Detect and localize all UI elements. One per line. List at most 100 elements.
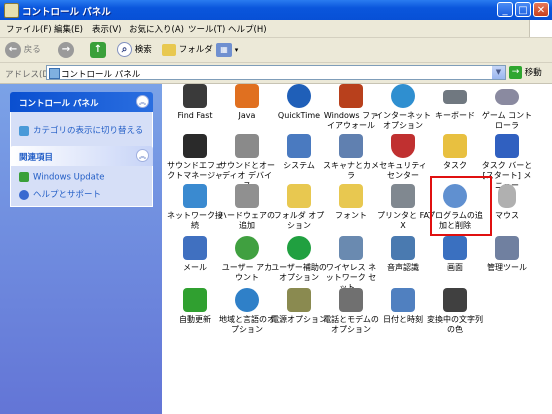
wireless-icon [339, 236, 363, 260]
control-panel-icon [4, 3, 19, 18]
views-dropdown-icon: ▾ [234, 46, 239, 54]
help-support-link[interactable]: ヘルプとサポート [19, 188, 101, 200]
item-regional-language-options[interactable]: 地域と言語のオプション [219, 288, 275, 350]
views-icon: ▦ [216, 42, 232, 57]
network-icon [183, 184, 207, 208]
item-automatic-updates[interactable]: 自動更新 [167, 288, 223, 350]
item-label: 地域と言語のオプション [219, 315, 275, 334]
item-label: フォント [335, 211, 367, 220]
forward-button[interactable]: → [58, 41, 74, 59]
title-bar[interactable]: コントロール パネル _ □ ✕ [0, 0, 552, 20]
control-panel-pane: コントロール パネル ︽ カテゴリの表示に切り替える [10, 92, 153, 149]
up-folder-icon: ↑ [90, 41, 106, 58]
globe-icon [391, 84, 415, 108]
folder-icon [162, 43, 176, 56]
control-panel-pane-header[interactable]: コントロール パネル ︽ [10, 92, 153, 112]
item-label: メール [183, 263, 207, 272]
forward-arrow-icon: → [58, 41, 74, 58]
menu-tools[interactable]: ツール(T) [188, 23, 225, 35]
ime-color-icon [443, 288, 467, 312]
menu-favorites[interactable]: お気に入り(A) [129, 23, 184, 35]
taskbar-icon [495, 134, 519, 158]
windows-logo-icon [529, 20, 552, 37]
related-pane-header[interactable]: 関連項目 ︽ [10, 146, 153, 166]
collapse-chevron-icon[interactable]: ︽ [136, 149, 149, 162]
item-label: 画面 [447, 263, 463, 272]
item-label: ユーザー補助のオプション [271, 263, 327, 282]
control-panel-pane-body: カテゴリの表示に切り替える [10, 112, 153, 149]
item-ime-color[interactable]: 変換中の文字列の色 [427, 288, 483, 350]
icon-view: Find Fast Java QuickTime Windows ファイアウォー… [162, 84, 552, 414]
help-support-label: ヘルプとサポート [33, 190, 102, 200]
go-button[interactable]: → 移動 [509, 66, 542, 79]
speech-icon [391, 236, 415, 260]
binoculars-icon [183, 84, 207, 108]
item-date-time[interactable]: 日付と時刻 [375, 288, 431, 350]
windows-update-link[interactable]: Windows Update [19, 172, 104, 183]
item-label: 変換中の文字列の色 [427, 315, 483, 334]
item-label: Java [238, 111, 256, 120]
item-label: 音声認識 [387, 263, 419, 272]
back-button[interactable]: ← 戻る [5, 41, 41, 59]
back-arrow-icon: ← [5, 41, 21, 58]
pane-title: 関連項目 [19, 153, 54, 163]
control-panel-window: コントロール パネル _ □ ✕ ファイル(F) 編集(E) 表示(V) お気に… [0, 0, 552, 414]
go-label: 移動 [524, 68, 542, 78]
item-phone-modem-options[interactable]: 電話とモデムのオプション [323, 288, 379, 350]
task-folder-icon [443, 134, 467, 158]
item-power-options[interactable]: 電源オプション [271, 288, 327, 350]
item-label: システム [283, 161, 315, 170]
accessibility-icon [287, 236, 311, 260]
help-icon [19, 189, 29, 200]
toolbar: ← 戻る → ↑ ⌕ 検索 フォルダ ▦ ▾ [0, 38, 552, 63]
item-label: 自動更新 [179, 315, 211, 324]
address-value: コントロール パネル [61, 70, 141, 80]
quicktime-icon [287, 84, 311, 108]
menu-view[interactable]: 表示(V) [92, 23, 121, 35]
search-button[interactable]: ⌕ 検索 [117, 41, 152, 59]
folders-button[interactable]: フォルダ [162, 41, 213, 59]
power-icon [287, 288, 311, 312]
address-input[interactable]: コントロール パネル ▼ [46, 65, 506, 80]
minimize-button[interactable]: _ [497, 2, 513, 17]
menu-edit[interactable]: 編集(E) [54, 23, 83, 35]
item-label: 日付と時刻 [383, 315, 423, 324]
search-label: 検索 [134, 45, 152, 55]
up-folder-button[interactable]: ↑ [90, 41, 106, 59]
item-label: サウンドエフェクトマネージャ [167, 161, 223, 180]
maximize-button[interactable]: □ [515, 2, 531, 17]
speaker-icon [235, 134, 259, 158]
category-view-icon [19, 125, 29, 136]
display-icon [443, 236, 467, 260]
item-label: ハードウェアの追加 [219, 211, 275, 230]
item-administrative-tools[interactable]: 管理ツール [479, 236, 535, 298]
item-label: ゲーム コントローラ [481, 111, 533, 130]
phone-icon [339, 288, 363, 312]
item-label: キーボード [435, 111, 475, 120]
item-label: QuickTime [277, 111, 321, 120]
collapse-chevron-icon[interactable]: ︽ [136, 95, 149, 108]
back-label: 戻る [23, 45, 41, 55]
windows-update-label: Windows Update [33, 172, 105, 183]
close-button[interactable]: ✕ [533, 2, 549, 17]
search-icon: ⌕ [117, 42, 132, 57]
admin-tools-icon [495, 236, 519, 260]
globe-region-icon [235, 288, 259, 312]
switch-category-view-label: カテゴリの表示に切り替える [33, 126, 144, 136]
menu-help[interactable]: ヘルプ(H) [228, 23, 267, 35]
menu-file[interactable]: ファイル(F) [6, 23, 52, 35]
hardware-icon [235, 184, 259, 208]
item-label: フォルダ オプション [273, 211, 325, 230]
item-label: 電源オプション [271, 315, 327, 324]
window-title: コントロール パネル [22, 7, 111, 18]
item-label: ネットワーク接続 [167, 211, 223, 230]
related-pane-body: Windows Update ヘルプとサポート [10, 166, 153, 207]
item-label: プリンタと FAX [377, 211, 429, 230]
address-dropdown-icon[interactable]: ▼ [492, 66, 505, 79]
item-label: 管理ツール [487, 263, 527, 272]
menu-bar: ファイル(F) 編集(E) 表示(V) お気に入り(A) ツール(T) ヘルプ(… [0, 20, 552, 38]
switch-category-view-link[interactable]: カテゴリの表示に切り替える [19, 124, 143, 136]
users-icon [235, 236, 259, 260]
views-button[interactable]: ▦ ▾ [216, 41, 238, 59]
shield-icon [391, 134, 415, 158]
